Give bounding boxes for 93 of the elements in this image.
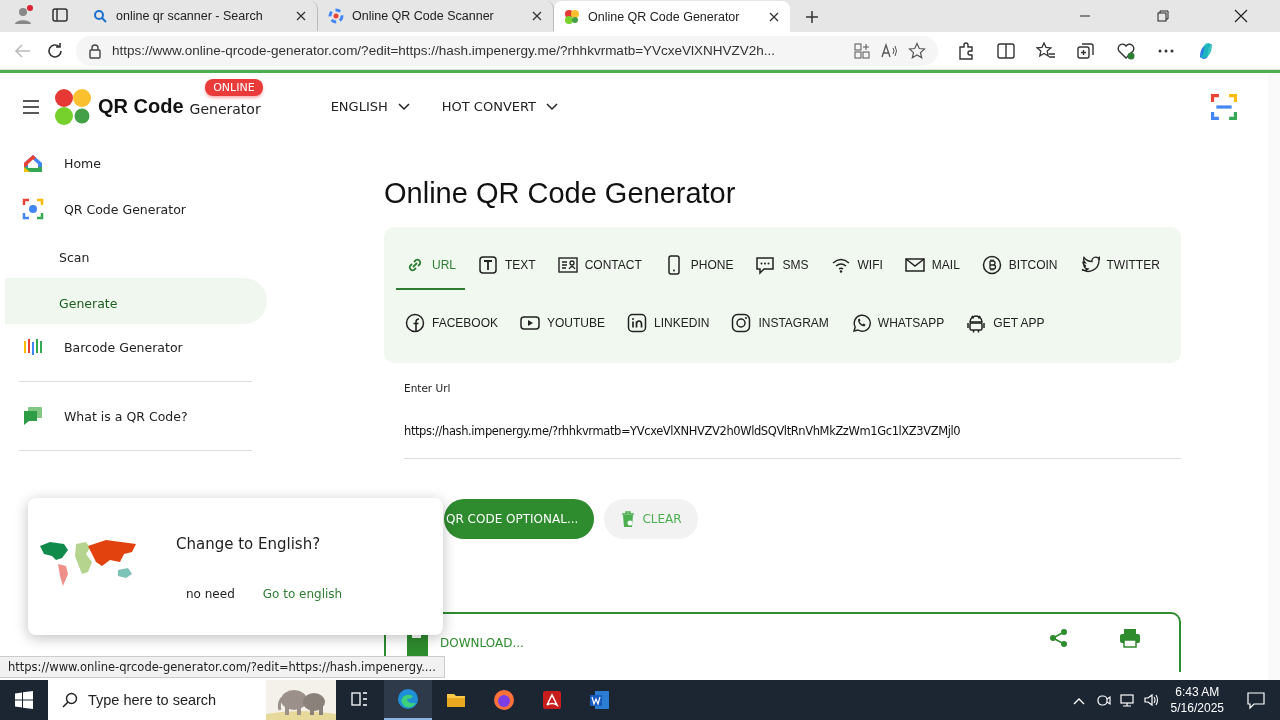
online-badge: ONLINE: [205, 78, 263, 96]
puzzle-icon[interactable]: [956, 40, 976, 61]
chevron-icon: [546, 102, 559, 111]
read-aloud-icon[interactable]: [880, 42, 898, 59]
scan-icon: [22, 198, 44, 220]
star-icon[interactable]: [908, 41, 926, 60]
brand-subtitle: Generator: [189, 99, 261, 117]
clock-time[interactable]: 6:43 AM: [1175, 684, 1220, 700]
sidebar-item[interactable]: Generate: [5, 278, 267, 324]
bird-icon: [1079, 255, 1100, 275]
split-screen-icon[interactable]: [996, 40, 1016, 61]
house-icon: [22, 152, 44, 174]
close-icon[interactable]: [295, 10, 307, 22]
notification-icon[interactable]: [1246, 690, 1266, 710]
field-label: Enter Url: [404, 382, 452, 394]
barcode-icon: [22, 336, 44, 358]
confirm-button[interactable]: Go to english: [262, 587, 343, 601]
dismiss-button[interactable]: no need: [186, 587, 235, 601]
menu-icon[interactable]: [22, 99, 40, 114]
apps-icon[interactable]: [854, 42, 870, 59]
type-tab[interactable]: FACEBOOK: [396, 300, 508, 348]
sidebar-item[interactable]: Scan: [5, 232, 267, 278]
print-icon[interactable]: [1119, 628, 1141, 648]
sidebar-item[interactable]: QR Code Generator: [5, 186, 267, 232]
chevron-icon: [397, 102, 410, 111]
type-tab[interactable]: TWITTER: [1070, 242, 1169, 290]
menu-dropdown[interactable]: ENGLISH: [330, 99, 410, 114]
search-icon: [62, 692, 78, 708]
menu-dropdown[interactable]: HOT CONVERT: [441, 99, 559, 114]
camera-icon: [731, 313, 752, 333]
type-tab[interactable]: GET APP: [957, 300, 1054, 348]
lock-icon: [88, 42, 102, 59]
type-tab[interactable]: TEXT: [469, 242, 545, 290]
dialog-title: Change to English?: [176, 535, 322, 553]
favorites-icon[interactable]: [1036, 40, 1056, 61]
mail-icon: [904, 255, 925, 275]
document-icon[interactable]: [589, 689, 611, 711]
sidebar-item[interactable]: What is a QR Code?: [5, 393, 267, 439]
edge-icon[interactable]: [397, 688, 419, 710]
clock-date[interactable]: 5/16/2025: [1170, 700, 1224, 716]
chat-bubbles-icon: [22, 405, 44, 427]
collections-icon[interactable]: [1076, 40, 1096, 61]
volume-icon[interactable]: [1142, 692, 1159, 708]
contact-card-icon: [557, 255, 578, 275]
colored-dots-icon: [564, 8, 580, 25]
type-tab[interactable]: BITCOIN: [972, 242, 1067, 290]
sidebar-item[interactable]: Home: [5, 140, 267, 186]
type-tab[interactable]: URL: [396, 242, 465, 290]
letter-f-icon: [405, 313, 425, 333]
type-tab[interactable]: WHATSAPP: [841, 300, 954, 348]
generate-button[interactable]: QR CODE OPTIONAL...: [444, 499, 595, 539]
browser-tab[interactable]: online qr scanner - Search: [82, 1, 318, 31]
chat-icon: [755, 255, 776, 275]
new-tab-icon[interactable]: [804, 9, 820, 25]
logo-icon[interactable]: [54, 87, 92, 126]
trash-icon: [620, 510, 637, 528]
scrollbar[interactable]: [1268, 73, 1280, 680]
start-icon[interactable]: [15, 691, 33, 709]
pdf-icon[interactable]: [541, 689, 563, 711]
heart-pulse-icon[interactable]: [1116, 40, 1136, 61]
browser-tab[interactable]: Online QR Code Generator: [554, 1, 790, 32]
address-bar[interactable]: https://www.online-qrcode-generator.com/?edit=https://hash.impenergy.me/?rhhkvrmatb=YVcxeVlXNHVZV2h...: [76, 35, 938, 66]
phone-bubble-icon: [850, 313, 871, 333]
text-icon: [478, 255, 498, 275]
type-tab[interactable]: CONTACT: [548, 242, 651, 290]
linkedin-icon: [627, 313, 648, 333]
share-icon[interactable]: [1049, 628, 1069, 648]
colored-ring-icon: [328, 8, 344, 24]
type-tab[interactable]: SMS: [746, 242, 818, 290]
type-tab[interactable]: WIFI: [821, 242, 892, 290]
bitcoin-icon: [981, 255, 1002, 275]
close-icon[interactable]: [768, 10, 780, 23]
type-tab[interactable]: YOUTUBE: [511, 300, 615, 348]
search-icon: [92, 8, 108, 24]
robot-icon: [966, 313, 987, 333]
network-icon[interactable]: [1118, 692, 1135, 708]
type-tab[interactable]: PHONE: [654, 242, 743, 290]
type-tab[interactable]: MAIL: [895, 242, 969, 290]
url-field[interactable]: https://hash.impenergy.me/?rhhkvrmatb=YVcxeVlXNHVZV2h0WldSQVltRnVhMkZzWm1Gc1lXZ3VZMjl0: [404, 416, 1181, 459]
sidebar-item[interactable]: Barcode Generator: [5, 324, 267, 370]
scan-icon[interactable]: [1210, 92, 1238, 121]
page-title: Online QR Code Generator: [384, 177, 737, 210]
type-tab[interactable]: LINKEDIN: [618, 300, 719, 348]
play-icon: [520, 313, 541, 333]
tab-actions-icon[interactable]: [52, 7, 68, 23]
brand-name: QR Code: [98, 95, 184, 118]
taskbar-search[interactable]: Type here to search: [48, 680, 336, 720]
status-url: https://www.online-qrcode-generator.com/?edit=https://hash.impenergy....: [0, 656, 445, 678]
meet-icon[interactable]: [1094, 692, 1111, 708]
close-icon[interactable]: [531, 10, 543, 22]
profile-icon[interactable]: [12, 4, 34, 26]
type-tab[interactable]: INSTAGRAM: [722, 300, 838, 348]
firefox-icon[interactable]: [493, 689, 515, 711]
